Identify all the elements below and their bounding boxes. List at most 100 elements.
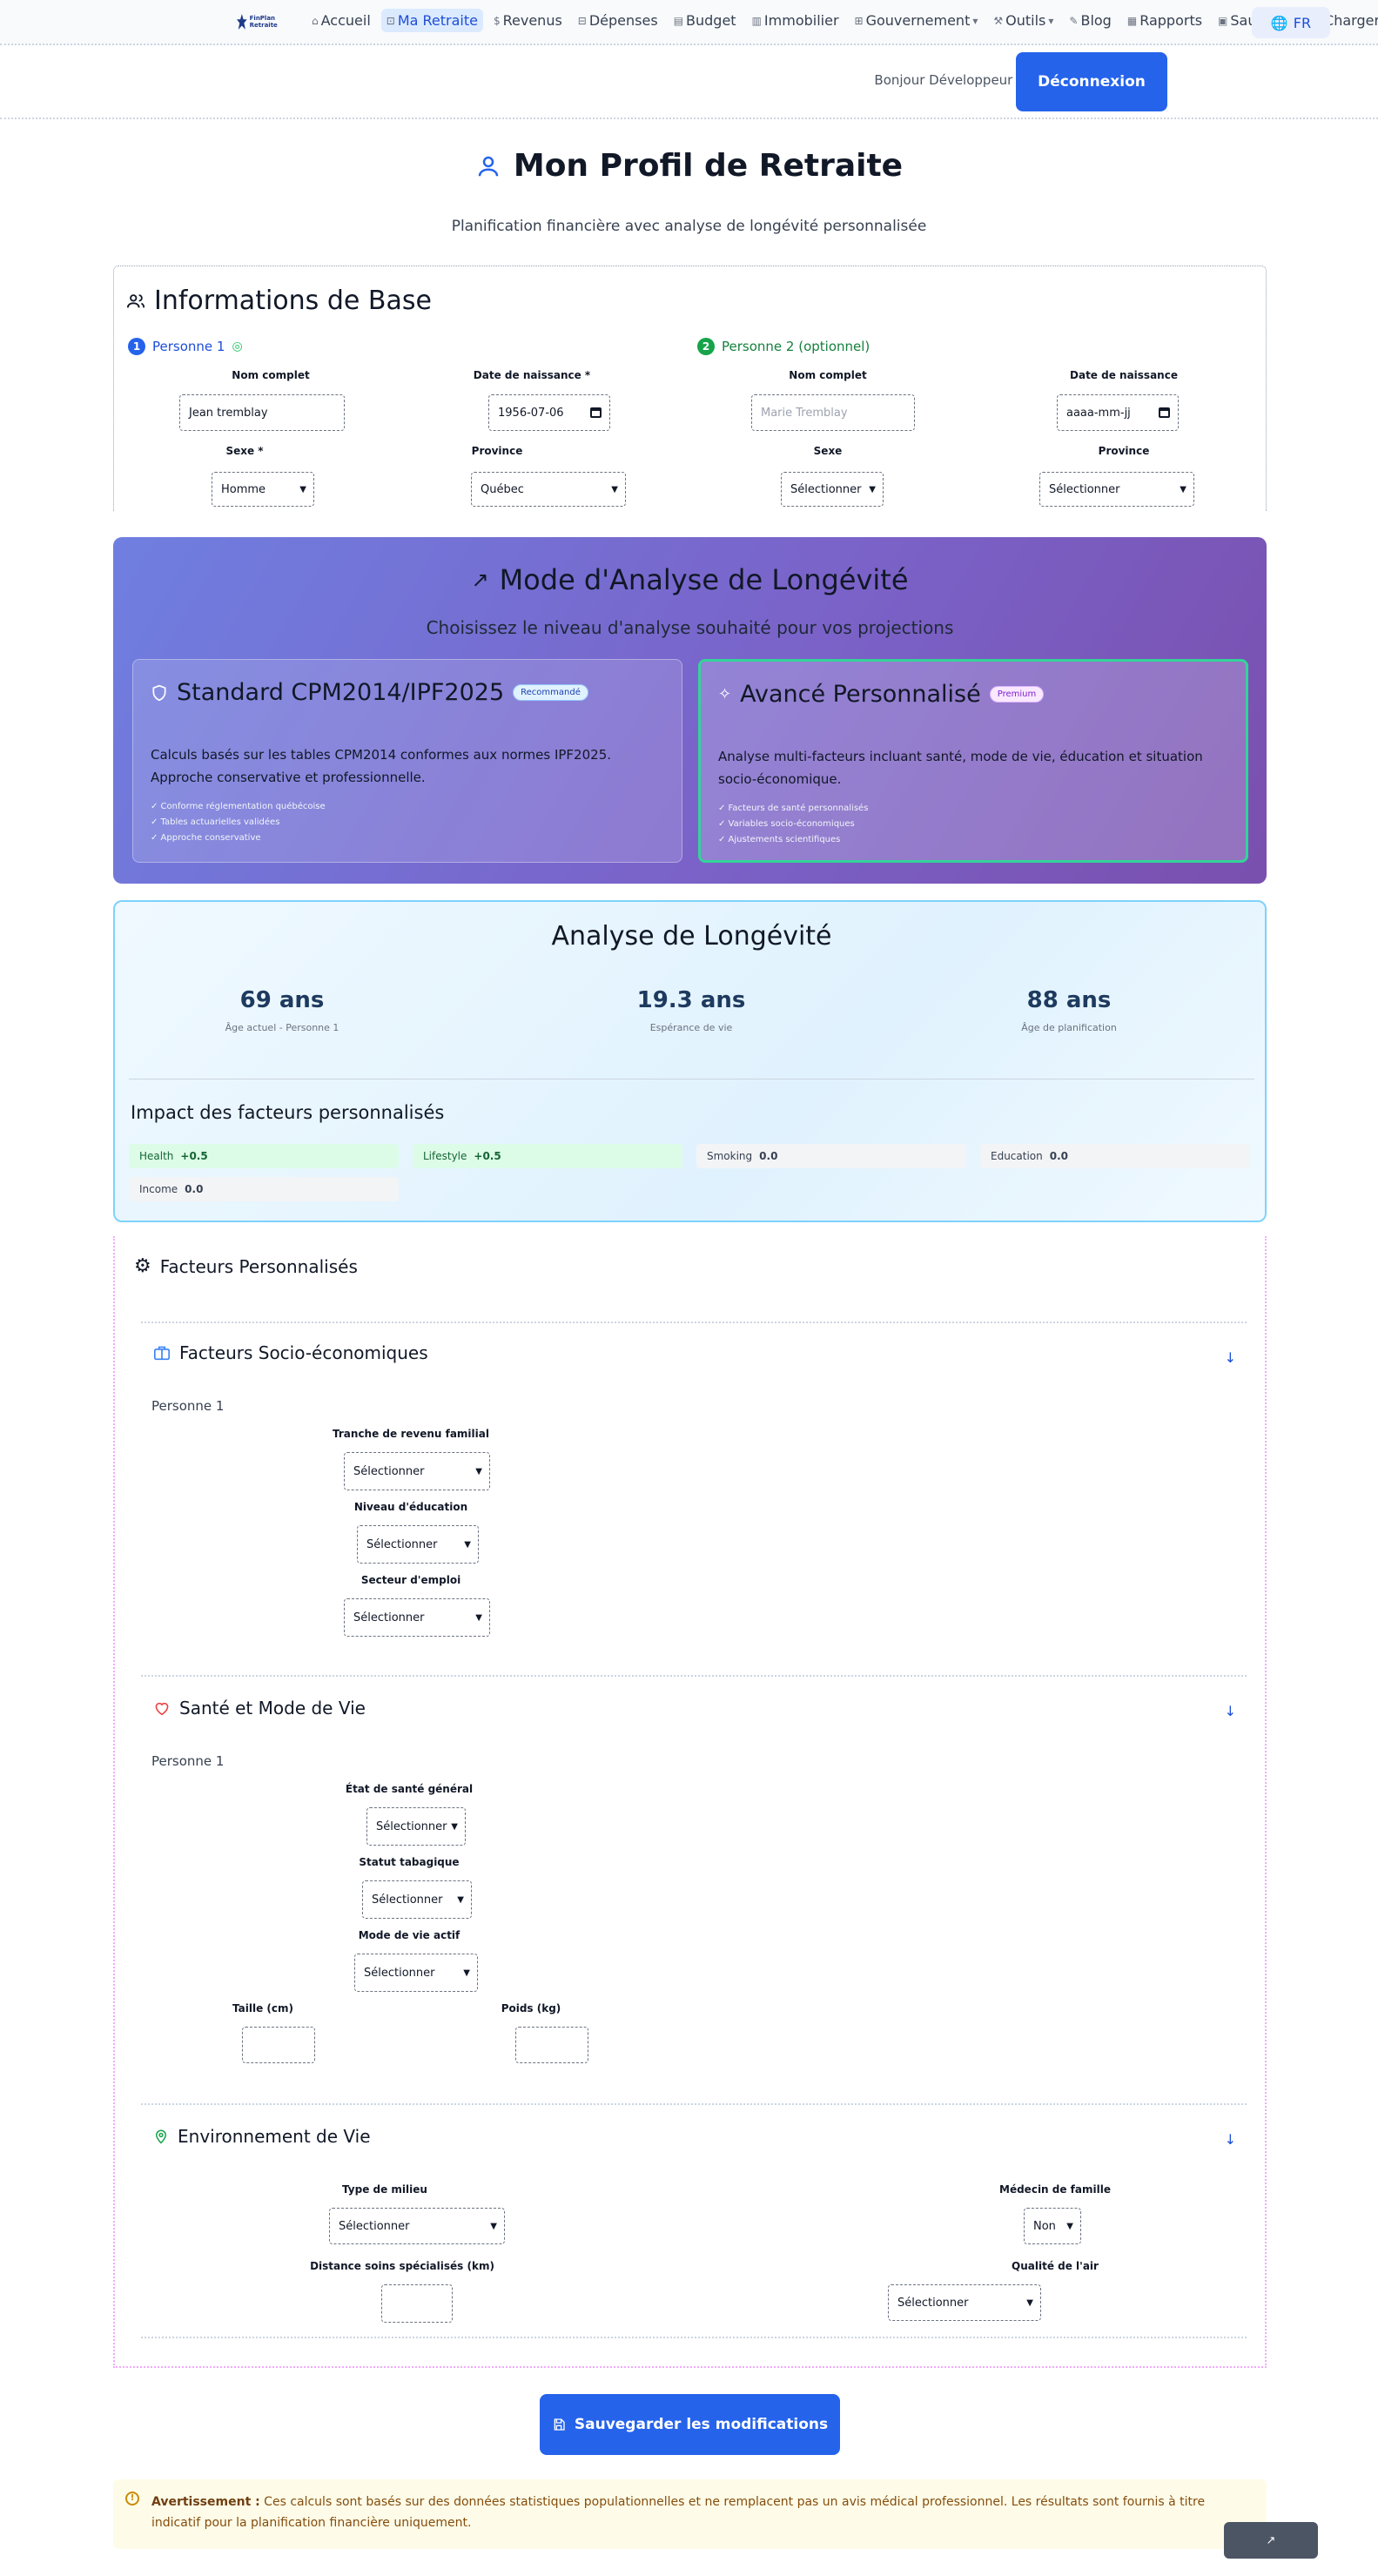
air-quality-label: Qualité de l'air xyxy=(1012,2260,1099,2272)
user-bar: Bonjour Développeur Local Déconnexion xyxy=(0,48,1378,119)
impact-education: Education 0.0 xyxy=(980,1144,1250,1168)
tools-icon: ⚒ xyxy=(993,14,1004,27)
p2-province-select[interactable]: Sélectionner ▼ xyxy=(1039,472,1194,507)
globe-icon: 🌐 xyxy=(1270,14,1288,31)
sparkles-icon: ✧ xyxy=(718,685,732,703)
p2-sex-select[interactable]: Sélectionner ▼ xyxy=(781,472,884,507)
stat-planning-age: 88 ans Âge de planification xyxy=(1021,987,1117,1033)
p1-sex-label: Sexe * xyxy=(225,445,264,457)
users-icon xyxy=(126,293,145,307)
chevron-down-icon: ▾ xyxy=(1048,14,1054,27)
factors-title: ⚙ Facteurs Personnalisés xyxy=(134,1255,358,1277)
blog-icon: ✎ xyxy=(1069,14,1079,27)
nav-item-accueil[interactable]: ⌂ Accueil xyxy=(306,9,376,32)
map-pin-icon xyxy=(155,2129,167,2144)
p1-name-input[interactable]: Jean tremblay xyxy=(179,394,345,431)
income-select[interactable]: Sélectionner ▼ xyxy=(344,1452,490,1490)
standard-features: ✓ Conforme réglementation québécoise ✓ T… xyxy=(151,799,326,846)
health-status-select[interactable]: Sélectionner ▼ xyxy=(366,1807,466,1846)
chevron-down-icon: ▼ xyxy=(451,1821,458,1832)
shield-icon xyxy=(152,684,166,701)
logout-button[interactable]: Déconnexion xyxy=(1016,52,1167,111)
collapse-arrow-icon[interactable]: ↓ xyxy=(1225,1703,1236,1719)
health-header[interactable]: Santé et Mode de Vie xyxy=(153,1698,366,1718)
education-select[interactable]: Sélectionner ▼ xyxy=(357,1525,479,1564)
distance-label: Distance soins spécialisés (km) xyxy=(310,2260,494,2272)
analysis-title: Analyse de Longévité xyxy=(551,921,832,952)
advanced-features: ✓ Facteurs de santé personnalisés ✓ Vari… xyxy=(718,801,868,848)
base-info-card: Informations de Base 1 Personne 1 ◎ 2 Pe… xyxy=(113,266,1267,511)
calendar-icon xyxy=(1159,407,1170,418)
longevity-mode-card: ↗ Mode d'Analyse de Longévité Choisissez… xyxy=(113,537,1267,884)
nav-item-depenses[interactable]: ⊟ Dépenses xyxy=(573,9,663,32)
health-status-label: État de santé général xyxy=(345,1783,474,1795)
impact-income: Income 0.0 xyxy=(129,1177,399,1201)
premium-badge: Premium xyxy=(989,686,1045,703)
family-doctor-select[interactable]: Non ▼ xyxy=(1024,2208,1081,2244)
nav-item-outils[interactable]: ⚒ Outils ▾ xyxy=(988,9,1059,32)
recommended-badge: Recommandé xyxy=(513,684,588,701)
impact-title: Impact des facteurs personnalisés xyxy=(131,1102,445,1123)
logo[interactable]: FinPlan Retraite xyxy=(237,10,286,33)
p2-name-input[interactable]: Marie Tremblay xyxy=(751,394,915,431)
heart-icon xyxy=(155,1702,169,1716)
distance-input[interactable] xyxy=(381,2284,453,2323)
collapse-arrow-icon[interactable]: ↓ xyxy=(1225,1349,1236,1366)
nav-item-ma-retraite[interactable]: ⊡ Ma Retraite xyxy=(380,9,483,32)
language-toggle[interactable]: 🌐 FR xyxy=(1252,7,1330,38)
p1-province-select[interactable]: Québec ▼ xyxy=(471,472,626,507)
chevron-down-icon: ▼ xyxy=(1026,2297,1033,2308)
p1-dob-input[interactable]: 1956-07-06 xyxy=(488,394,610,431)
advanced-feature: ✓ Ajustements scientifiques xyxy=(718,835,841,844)
education-label: Niveau d'éducation xyxy=(353,1501,468,1513)
building-icon: ▥ xyxy=(751,14,762,27)
activity-label: Mode de vie actif xyxy=(358,1929,460,1941)
mode-option-standard[interactable]: Standard CPM2014/IPF2025 Recommandé Calc… xyxy=(132,659,682,863)
briefcase-icon xyxy=(154,1346,170,1361)
weight-input[interactable] xyxy=(515,2027,588,2063)
person1-number-badge: 1 xyxy=(128,338,145,355)
employment-select[interactable]: Sélectionner ▼ xyxy=(344,1598,490,1637)
milieu-select[interactable]: Sélectionner ▼ xyxy=(329,2208,505,2244)
save-changes-button[interactable]: Sauvegarder les modifications xyxy=(540,2394,840,2455)
mode-option-advanced[interactable]: ✧ Avancé Personnalisé Premium Analyse mu… xyxy=(698,659,1248,863)
standard-feature: ✓ Tables actuarielles validées xyxy=(151,817,280,827)
air-quality-select[interactable]: Sélectionner ▼ xyxy=(888,2284,1041,2321)
height-input[interactable] xyxy=(242,2027,315,2063)
warning-notice: ! Avertissement : Ces calculs sont basés… xyxy=(113,2479,1267,2549)
fleur-de-lis-icon xyxy=(237,14,247,30)
person2-header: 2 Personne 2 (optionnel) xyxy=(697,338,870,355)
warning-label: Avertissement : xyxy=(151,2495,260,2509)
income-label: Tranche de revenu familial xyxy=(333,1428,489,1440)
chevron-down-icon: ▼ xyxy=(463,1967,470,1978)
expense-icon: ⊟ xyxy=(577,14,587,27)
chevron-down-icon: ▼ xyxy=(299,484,306,494)
stat-current-age: 69 ans Âge actuel - Personne 1 xyxy=(225,987,339,1033)
nav-item-blog[interactable]: ✎ Blog xyxy=(1064,9,1116,32)
person2-number-badge: 2 xyxy=(697,338,715,355)
nav-item-immobilier[interactable]: ▥ Immobilier xyxy=(747,9,844,32)
floating-action-button[interactable]: ↗ xyxy=(1224,2522,1318,2559)
p1-sex-select[interactable]: Homme ▼ xyxy=(212,472,314,507)
p2-province-label: Province xyxy=(1098,445,1150,457)
environment-header[interactable]: Environnement de Vie xyxy=(153,2126,371,2147)
home-icon: ⌂ xyxy=(312,14,319,27)
p2-dob-label: Date de naissance xyxy=(1070,369,1178,381)
chart-icon: ⊡ xyxy=(386,14,395,27)
smoking-select[interactable]: Sélectionner ▼ xyxy=(362,1880,472,1919)
stat-life-expectancy: 19.3 ans Espérance de vie xyxy=(636,987,746,1033)
chevron-down-icon: ▼ xyxy=(457,1894,464,1905)
government-icon: ⊞ xyxy=(854,14,864,27)
collapse-arrow-icon[interactable]: ↓ xyxy=(1225,2131,1236,2148)
nav-item-budget[interactable]: ▤ Budget xyxy=(669,9,742,32)
socio-header[interactable]: Facteurs Socio-économiques xyxy=(153,1342,428,1363)
height-label: Taille (cm) xyxy=(232,2002,293,2014)
nav-item-gouvernement[interactable]: ⊞ Gouvernement ▾ xyxy=(850,9,984,32)
advanced-title: ✧ Avancé Personnalisé Premium xyxy=(718,681,1045,708)
p2-dob-input[interactable]: aaaa-mm-jj xyxy=(1057,394,1179,431)
nav-item-rapports[interactable]: ▦ Rapports xyxy=(1122,9,1207,32)
standard-description: Calculs basés sur les tables CPM2014 con… xyxy=(151,747,611,785)
nav-item-revenus[interactable]: $ Revenus xyxy=(488,9,568,32)
activity-select[interactable]: Sélectionner ▼ xyxy=(354,1954,478,1992)
standard-feature: ✓ Approche conservative xyxy=(151,833,261,843)
